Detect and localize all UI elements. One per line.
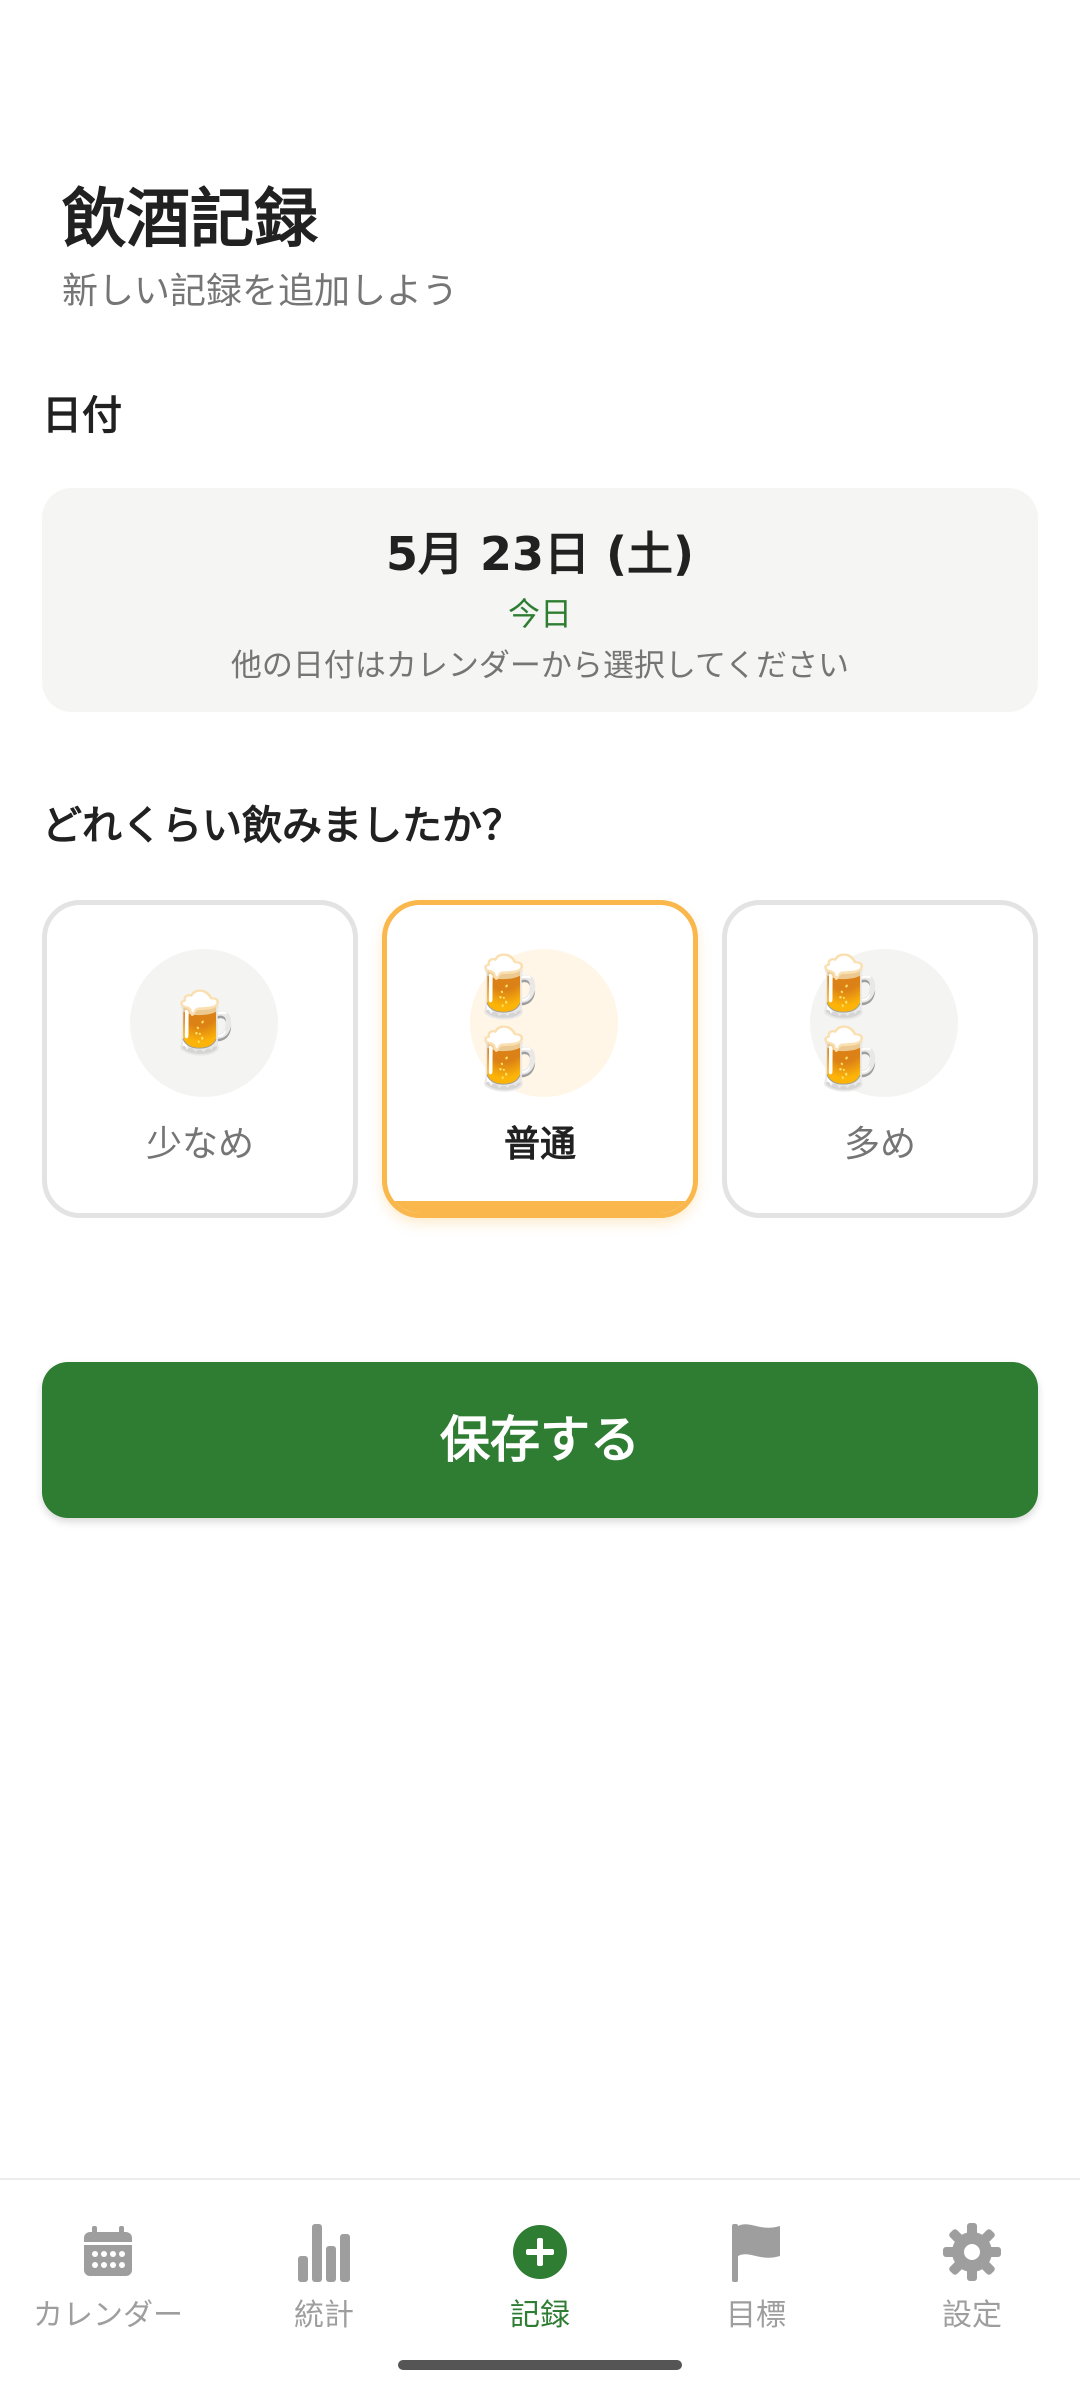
selected-indicator-bar	[387, 1201, 693, 1213]
beer-mug-icon: 🍺	[809, 952, 884, 1022]
amount-option-normal[interactable]: 🍺 🍺 普通	[382, 900, 698, 1218]
amount-options: 🍺 少なめ 🍺 🍺 普通 🍺 🍺 多め	[42, 900, 1038, 1218]
nav-label: 設定	[942, 2298, 1002, 2333]
page-subtitle: 新しい記録を追加しよう	[62, 271, 459, 312]
amount-section-label: どれくらい飲みましたか？	[42, 803, 522, 849]
nav-label: 記録	[510, 2298, 570, 2333]
nav-label: カレンダー	[33, 2298, 183, 2333]
nav-item-stats[interactable]: 統計	[216, 2220, 432, 2336]
date-section-label: 日付	[42, 393, 122, 439]
nav-item-calendar[interactable]: カレンダー	[0, 2220, 216, 2336]
amount-option-much[interactable]: 🍺 🍺 多め	[722, 900, 1038, 1218]
gear-icon	[864, 2220, 1080, 2284]
nav-item-record[interactable]: 記録	[432, 2220, 648, 2336]
bar-chart-icon	[216, 2220, 432, 2284]
save-button[interactable]: 保存する	[42, 1362, 1038, 1518]
beer-mug-icon: 🍺	[469, 952, 544, 1022]
beer-mug-icon: 🍺	[469, 1024, 544, 1094]
selected-date: 5月 23日 (土)	[385, 527, 695, 581]
amount-option-label: 少なめ	[145, 1124, 254, 1165]
page-header: 飲酒記録 新しい記録を追加しよう	[62, 178, 458, 314]
page-title: 飲酒記録	[62, 183, 318, 257]
today-badge: 今日	[507, 595, 572, 633]
beer-mug-icon: 🍺	[809, 1024, 884, 1094]
beer-mug-icon: 🍺	[165, 988, 240, 1058]
nav-item-goals[interactable]: 目標	[648, 2220, 864, 2336]
calendar-icon	[0, 2220, 216, 2284]
amount-option-label: 普通	[503, 1124, 576, 1165]
nav-item-settings[interactable]: 設定	[864, 2220, 1080, 2336]
home-indicator[interactable]	[398, 2360, 682, 2370]
add-circle-icon	[432, 2220, 648, 2284]
flag-icon	[648, 2220, 864, 2284]
nav-label: 統計	[294, 2298, 354, 2333]
amount-option-label: 多め	[843, 1124, 916, 1165]
date-card: 5月 23日 (土) 今日 他の日付はカレンダーから選択してください	[42, 488, 1038, 712]
date-hint: 他の日付はカレンダーから選択してください	[230, 648, 850, 684]
nav-label: 目標	[726, 2298, 786, 2333]
amount-option-little[interactable]: 🍺 少なめ	[42, 900, 358, 1218]
